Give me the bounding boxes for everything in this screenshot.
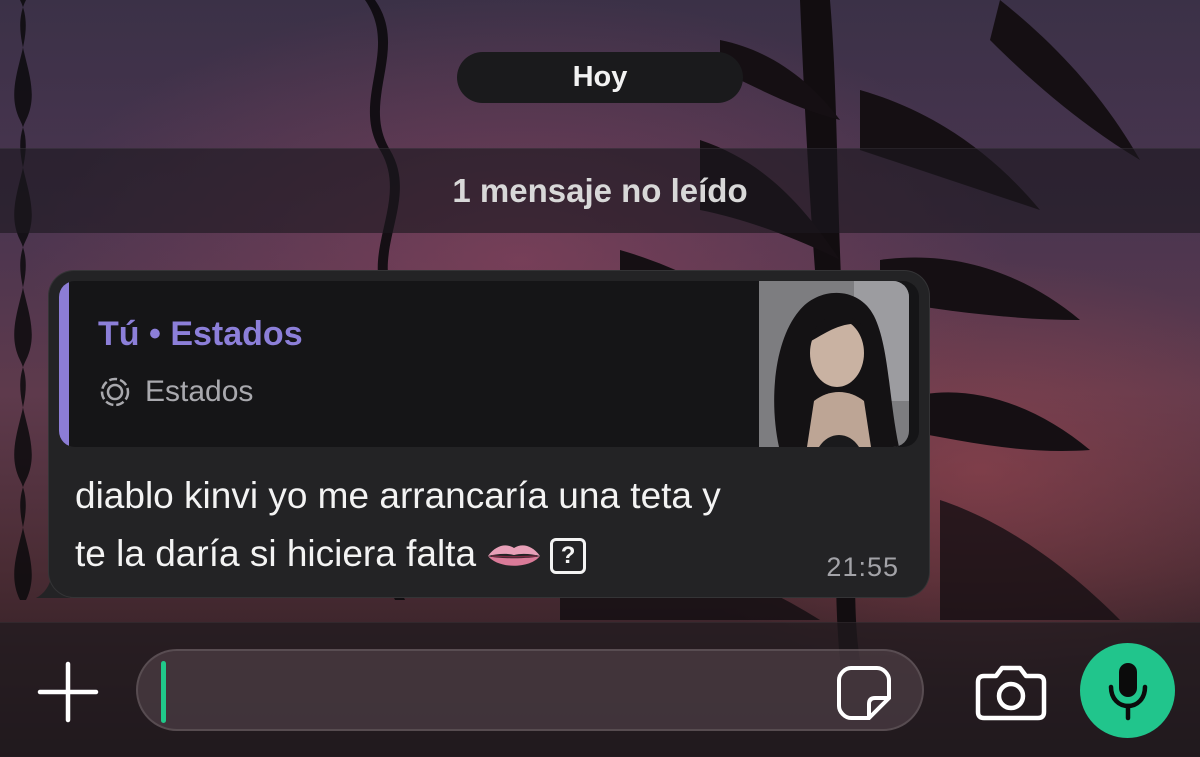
unsupported-glyph: ? <box>550 538 587 575</box>
date-separator: Hoy <box>457 52 743 103</box>
status-icon <box>100 377 130 407</box>
quote-accent-bar <box>59 281 69 447</box>
sticker-icon[interactable] <box>835 664 893 722</box>
microphone-icon <box>1108 662 1147 720</box>
status-photo <box>759 281 909 447</box>
message-input[interactable] <box>136 649 924 731</box>
incoming-message-bubble[interactable]: Tú • Estados Estados diablo kinvi yo me … <box>48 270 930 598</box>
quoted-status-reply[interactable]: Tú • Estados Estados <box>59 281 919 447</box>
message-time: 21:55 <box>826 552 899 582</box>
camera-icon[interactable] <box>974 662 1048 722</box>
quote-source: Estados <box>99 375 253 409</box>
message-line-2-text: te la daría si hiciera falta <box>75 533 477 574</box>
message-line-2: te la daría si hiciera falta ? <box>75 525 905 583</box>
plus-icon[interactable] <box>36 660 100 724</box>
message-text: diablo kinvi yo me arrancaría una teta y… <box>75 467 905 583</box>
status-photo-thumbnail[interactable] <box>759 281 909 447</box>
quote-author: Tú • Estados <box>98 315 303 353</box>
message-line-1: diablo kinvi yo me arrancaría una teta y <box>75 475 721 516</box>
voice-message-button[interactable] <box>1080 643 1175 738</box>
unread-messages-banner: 1 mensaje no leído <box>0 148 1200 233</box>
quote-source-label: Estados <box>145 375 254 408</box>
text-cursor <box>161 661 166 723</box>
lips-emoji <box>488 545 541 566</box>
